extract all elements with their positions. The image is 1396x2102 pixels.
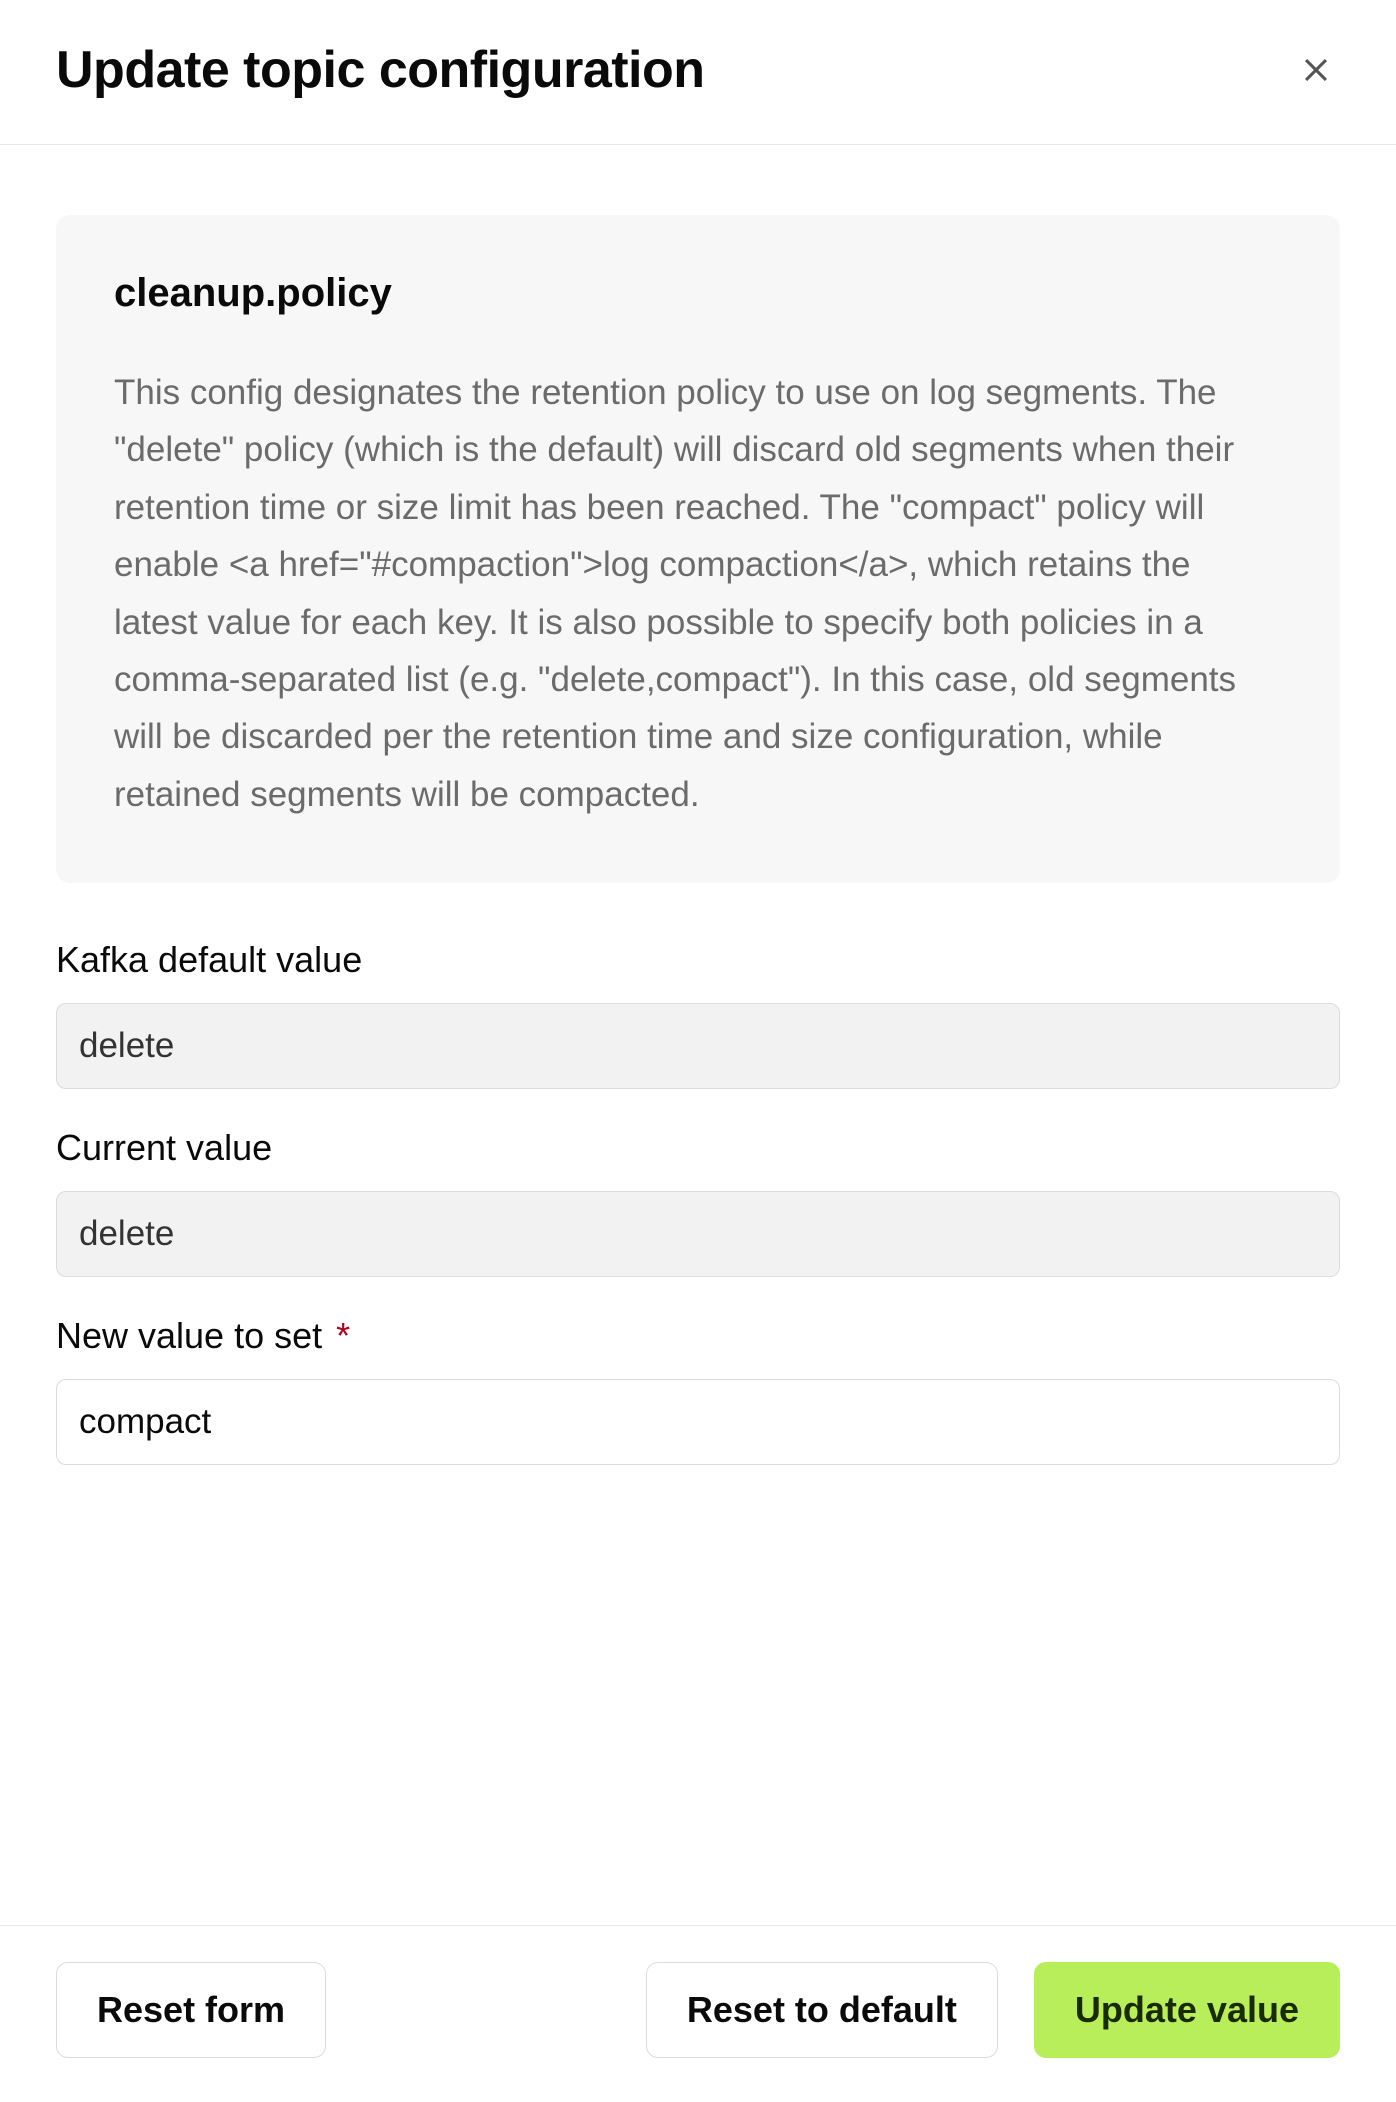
modal-title: Update topic configuration [56, 40, 705, 100]
new-value-input[interactable] [56, 1379, 1340, 1465]
current-value-label: Current value [56, 1127, 1340, 1169]
reset-form-button[interactable]: Reset form [56, 1962, 326, 2058]
footer-right: Reset to default Update value [646, 1962, 1340, 2058]
default-value-group: Kafka default value [56, 939, 1340, 1089]
default-value-label: Kafka default value [56, 939, 1340, 981]
modal-header: Update topic configuration [0, 0, 1396, 145]
modal-body: cleanup.policy This config designates th… [0, 145, 1396, 1925]
config-info-card: cleanup.policy This config designates th… [56, 215, 1340, 883]
reset-to-default-button[interactable]: Reset to default [646, 1962, 998, 2058]
new-value-label-text: New value to set [56, 1315, 322, 1356]
close-icon [1299, 53, 1333, 87]
current-value-group: Current value [56, 1127, 1340, 1277]
update-value-button[interactable]: Update value [1034, 1962, 1340, 2058]
modal-footer: Reset form Reset to default Update value [0, 1925, 1396, 2102]
required-indicator: * [336, 1315, 350, 1356]
config-description: This config designates the retention pol… [114, 364, 1282, 823]
footer-left: Reset form [56, 1962, 646, 2058]
current-value-input [56, 1191, 1340, 1277]
close-button[interactable] [1292, 46, 1340, 94]
new-value-label: New value to set * [56, 1315, 1340, 1357]
default-value-input [56, 1003, 1340, 1089]
new-value-group: New value to set * [56, 1315, 1340, 1465]
config-name: cleanup.policy [114, 271, 1282, 316]
